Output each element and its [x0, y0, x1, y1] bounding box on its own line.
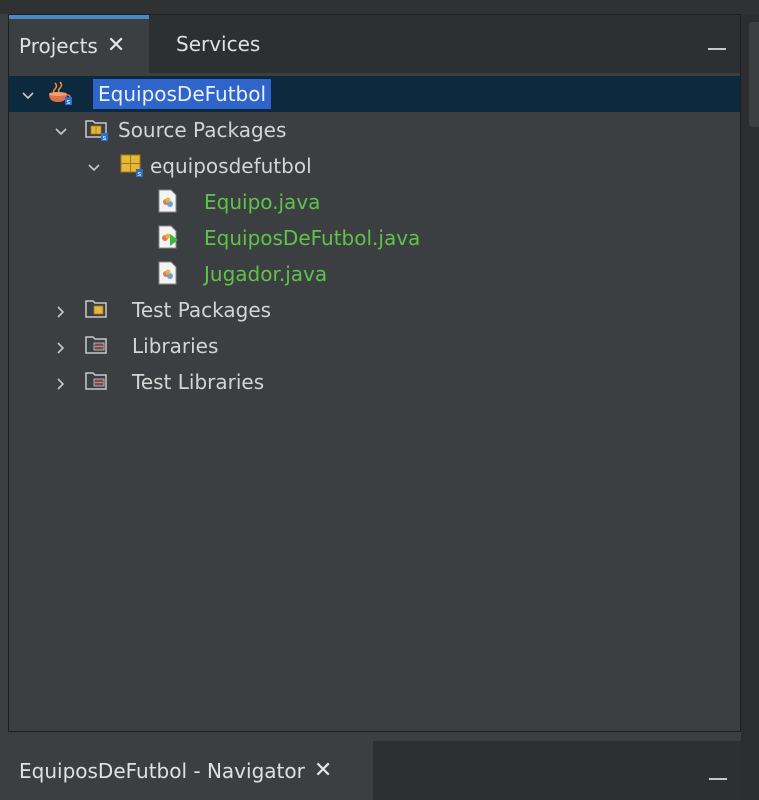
tab-projects-label: Projects: [19, 34, 98, 58]
tree-node-test-packages[interactable]: Test Packages: [9, 292, 740, 328]
projects-tab-bar: Projects ✕ Services: [9, 15, 740, 73]
file-label: Jugador.java: [204, 262, 328, 286]
test-packages-label: Test Packages: [132, 298, 272, 322]
tab-projects[interactable]: Projects ✕: [9, 15, 149, 73]
tree-node-file[interactable]: EquiposDeFutbol.java: [9, 220, 740, 256]
tree-node-file[interactable]: Jugador.java: [9, 256, 740, 292]
tree-node-package[interactable]: s equiposdefutbol: [9, 148, 740, 184]
test-packages-icon: [84, 296, 110, 322]
chevron-down-icon[interactable]: [21, 84, 35, 100]
tree-node-test-libraries[interactable]: Test Libraries: [9, 364, 740, 400]
file-label: Equipo.java: [204, 190, 321, 214]
window-frame-top: [0, 0, 759, 14]
close-icon[interactable]: ✕: [107, 35, 125, 57]
libraries-icon: [84, 332, 110, 358]
java-main-file-icon: [155, 224, 181, 250]
package-icon: s: [119, 152, 145, 178]
tab-services[interactable]: Services: [159, 15, 279, 73]
tab-navigator[interactable]: EquiposDeFutbol - Navigator ✕: [8, 741, 373, 800]
source-packages-icon: s: [84, 116, 110, 142]
package-label: equiposdefutbol: [150, 154, 312, 178]
source-packages-label: Source Packages: [118, 118, 287, 142]
project-icon: s: [47, 80, 73, 106]
svg-text:s: s: [103, 134, 107, 142]
libraries-label: Libraries: [132, 334, 219, 358]
right-scroll-handle[interactable]: [749, 22, 759, 127]
right-sidebar-strip: [741, 14, 759, 800]
svg-text:s: s: [67, 98, 71, 106]
test-libraries-label: Test Libraries: [132, 370, 265, 394]
tab-services-label: Services: [176, 32, 261, 56]
chevron-right-icon[interactable]: [54, 372, 68, 390]
minimize-icon[interactable]: [708, 48, 726, 50]
chevron-right-icon[interactable]: [54, 336, 68, 354]
minimize-icon[interactable]: [709, 778, 727, 780]
tree-node-project[interactable]: s EquiposDeFutbol: [9, 76, 740, 112]
project-name: EquiposDeFutbol: [93, 79, 272, 109]
projects-panel: Projects ✕ Services s EquiposDeFutbol s …: [8, 14, 741, 732]
svg-text:s: s: [138, 170, 142, 178]
chevron-down-icon[interactable]: [87, 156, 101, 172]
tab-navigator-label: EquiposDeFutbol - Navigator: [19, 758, 305, 783]
close-icon[interactable]: ✕: [314, 759, 332, 782]
tree-node-file[interactable]: Equipo.java: [9, 184, 740, 220]
tree-node-source-packages[interactable]: s Source Packages: [9, 112, 740, 148]
java-file-icon: [155, 260, 181, 286]
chevron-down-icon[interactable]: [54, 120, 68, 136]
navigator-panel: EquiposDeFutbol - Navigator ✕: [8, 741, 741, 800]
tree-node-libraries[interactable]: Libraries: [9, 328, 740, 364]
java-file-icon: [155, 188, 181, 214]
test-libraries-icon: [84, 368, 110, 394]
chevron-right-icon[interactable]: [54, 300, 68, 318]
file-label: EquiposDeFutbol.java: [204, 226, 421, 250]
